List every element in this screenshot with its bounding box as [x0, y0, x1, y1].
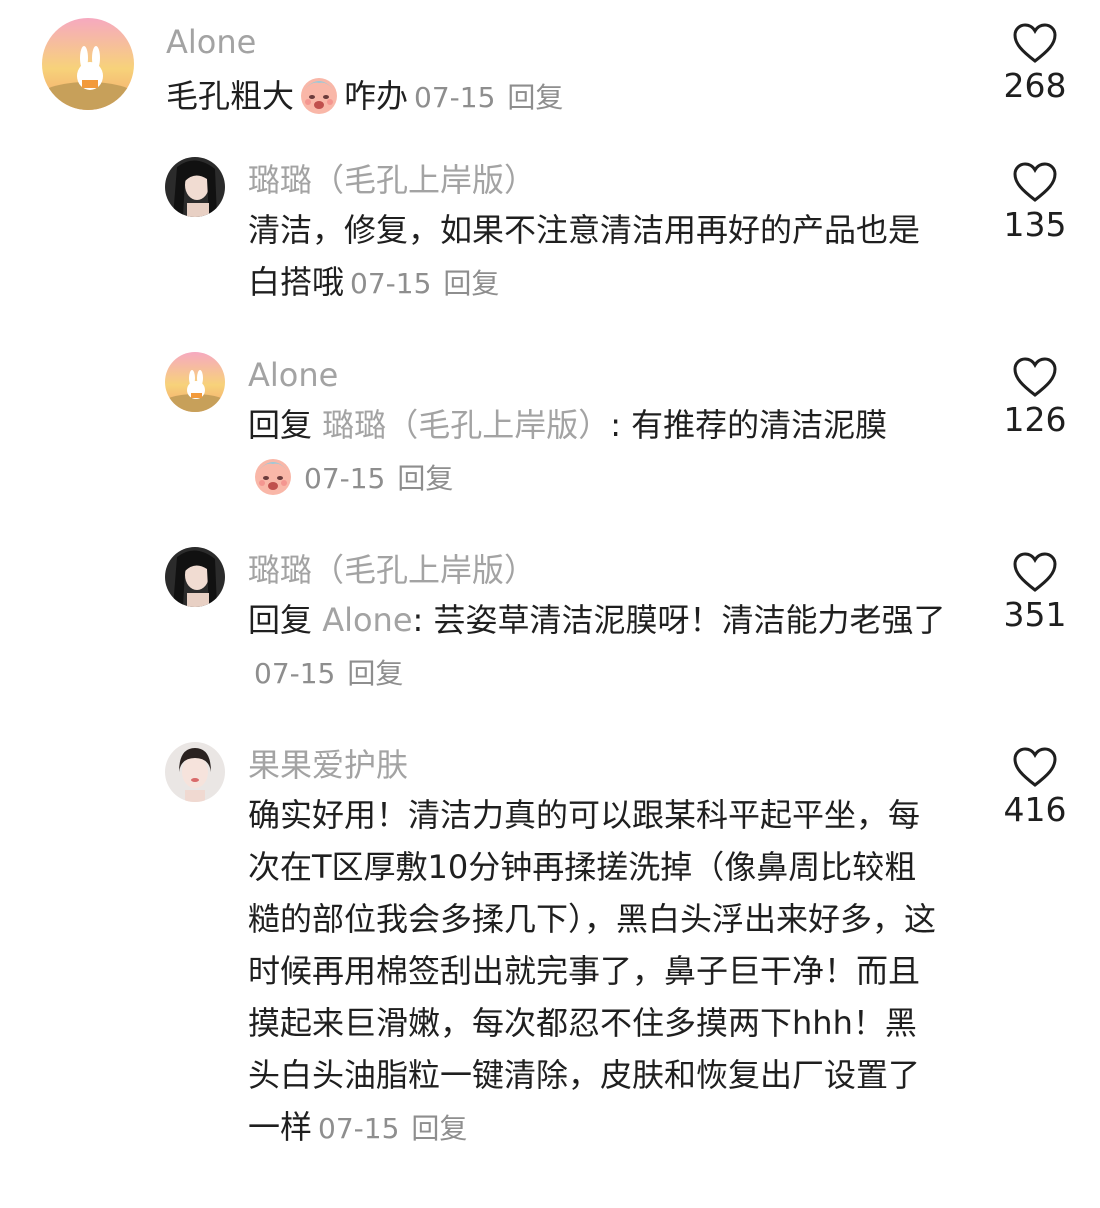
crying-blush-emoji-icon — [250, 452, 296, 498]
comment-body: 璐璐（毛孔上岸版） 回复 Alone: 芸姿草清洁泥膜呀！清洁能力老强了07-1… — [248, 550, 968, 700]
like-count: 351 — [1003, 595, 1067, 634]
reply-button[interactable]: 回复 — [347, 657, 403, 690]
comment-date: 07-15 — [304, 462, 386, 495]
comment-text: 回复 Alone: 芸姿草清洁泥膜呀！清洁能力老强了07-15 回复 — [248, 601, 946, 690]
avatar[interactable] — [165, 352, 225, 412]
comment-date: 07-15 — [350, 267, 432, 300]
comment-body: 果果爱护肤 确实好用！清洁力真的可以跟某科平起平坐，每次在T区厚敷10分钟再揉搓… — [248, 745, 968, 1155]
like-count: 268 — [1003, 66, 1067, 105]
like-count: 126 — [1003, 400, 1067, 439]
avatar[interactable] — [165, 742, 225, 802]
like-button[interactable]: 268 — [990, 22, 1080, 106]
comment-text: 回复 璐璐（毛孔上岸版）: 有推荐的清洁泥膜 07-15 回复 — [248, 399, 968, 505]
like-button[interactable]: 416 — [990, 746, 1080, 830]
heart-outline-icon — [1013, 23, 1057, 63]
comment-date: 07-15 — [318, 1112, 400, 1145]
heart-outline-icon — [1013, 747, 1057, 787]
mention-link[interactable]: 璐璐（毛孔上岸版） — [322, 406, 610, 444]
comment-text: 确实好用！清洁力真的可以跟某科平起平坐，每次在T区厚敷10分钟再揉搓洗掉（像鼻周… — [248, 796, 937, 1146]
comment-date: 07-15 — [254, 657, 336, 690]
avatar[interactable] — [42, 18, 134, 110]
like-button[interactable]: 135 — [990, 161, 1080, 245]
reply-button[interactable]: 回复 — [397, 462, 453, 495]
avatar[interactable] — [165, 157, 225, 217]
like-count: 135 — [1003, 205, 1067, 244]
comment-text: 毛孔粗大 咋办 07-15 回复 — [166, 70, 886, 124]
comment-text: 清洁，修复，如果不注意清洁用再好的产品也是白搭哦 07-15 回复 — [248, 211, 921, 301]
comment-body: Alone 毛孔粗大 咋办 07-15 回复 — [166, 22, 886, 124]
heart-outline-icon — [1013, 357, 1057, 397]
comment-username[interactable]: Alone — [166, 22, 886, 62]
comment-date: 07-15 — [414, 81, 496, 114]
comment-body: 璐璐（毛孔上岸版） 清洁，修复，如果不注意清洁用再好的产品也是白搭哦 07-15 回… — [248, 160, 968, 310]
reply-button[interactable]: 回复 — [507, 81, 563, 114]
mention-link[interactable]: Alone — [322, 601, 412, 639]
crying-blush-emoji-icon — [296, 71, 342, 117]
heart-outline-icon — [1013, 552, 1057, 592]
reply-button[interactable]: 回复 — [411, 1112, 467, 1145]
comment-username[interactable]: 果果爱护肤 — [248, 745, 968, 785]
comment-username[interactable]: 璐璐（毛孔上岸版） — [248, 550, 968, 590]
heart-outline-icon — [1013, 162, 1057, 202]
like-count: 416 — [1003, 790, 1067, 829]
comment-username[interactable]: 璐璐（毛孔上岸版） — [248, 160, 968, 200]
comment-username[interactable]: Alone — [248, 355, 968, 395]
comment-body: Alone 回复 璐璐（毛孔上岸版）: 有推荐的清洁泥膜 07-15 回复 — [248, 355, 968, 505]
avatar[interactable] — [165, 547, 225, 607]
like-button[interactable]: 351 — [990, 551, 1080, 635]
reply-button[interactable]: 回复 — [443, 267, 499, 300]
like-button[interactable]: 126 — [990, 356, 1080, 440]
